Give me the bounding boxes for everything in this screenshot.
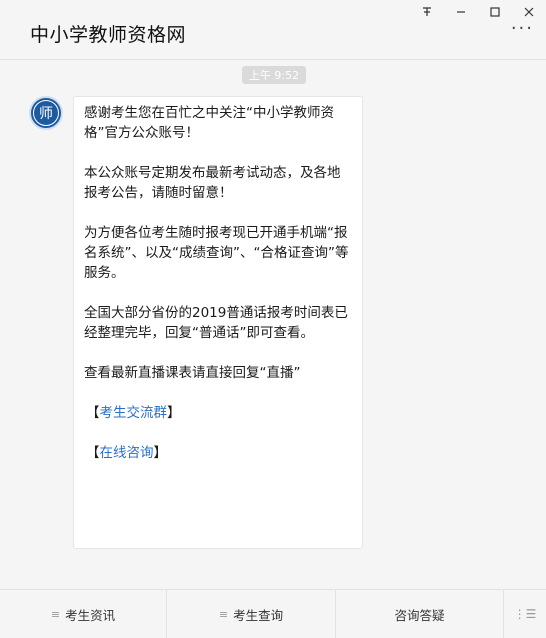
chat-area: 上午 9:52 师 感谢考生您在百忙之中关注“中小学教师资格”官方公众账号！ 本… — [0, 61, 546, 589]
message-paragraph: 感谢考生您在百忙之中关注“中小学教师资格”官方公众账号！ — [84, 105, 334, 141]
menu-list-icon: ≡ — [218, 607, 229, 621]
avatar[interactable]: 师 — [29, 96, 63, 130]
exchange-group-link[interactable]: 考生交流群 — [100, 405, 168, 421]
pin-icon[interactable] — [410, 1, 444, 23]
message-paragraph: 查看最新直播课表请直接回复“直播” — [84, 365, 301, 381]
message-paragraph: 本公众账号定期发布最新考试动态，及各地报考公告，请随时留意！ — [84, 165, 341, 201]
more-options-button[interactable]: ··· — [511, 20, 534, 38]
close-icon[interactable] — [512, 1, 546, 23]
menu-item-label: 考生查询 — [233, 607, 284, 623]
bracket-close: 】 — [153, 445, 168, 461]
window-controls — [410, 0, 546, 24]
menu-item-exam-news[interactable]: ≡ 考生资讯 — [0, 590, 167, 638]
bracket-open: 【 — [86, 405, 100, 421]
message-paragraph: 为方便各位考生随时报考现已开通手机端“报名系统”、以及“成绩查询”、“合格证查询… — [84, 225, 349, 281]
page-title: 中小学教师资格网 — [30, 24, 187, 46]
online-consult-link[interactable]: 在线咨询 — [100, 445, 154, 461]
bottom-menu-bar: ≡ 考生资讯 ≡ 考生查询 咨询答疑 ⋮☰ — [0, 589, 546, 638]
menu-item-label: 考生资讯 — [65, 607, 116, 623]
bracket-open: 【 — [86, 445, 100, 461]
menu-list-icon: ≡ — [50, 607, 61, 621]
menu-item-exam-query[interactable]: ≡ 考生查询 — [167, 590, 336, 638]
bracket-close: 】 — [167, 405, 181, 421]
link-line-online-consult: 【在线咨询】 — [84, 443, 352, 463]
minimize-icon[interactable] — [444, 1, 478, 23]
message-bubble: 感谢考生您在百忙之中关注“中小学教师资格”官方公众账号！ 本公众账号定期发布最新… — [73, 96, 363, 549]
avatar-logo: 师 — [33, 100, 59, 126]
link-line-exchange-group: 【考生交流群】 — [84, 403, 352, 423]
timestamp-badge: 上午 9:52 — [242, 66, 306, 84]
maximize-icon[interactable] — [478, 1, 512, 23]
keyboard-toggle-icon[interactable]: ⋮☰ — [504, 590, 546, 638]
message-paragraph: 全国大部分省份的2019普通话报考时间表已经整理完毕，回复“普通话”即可查看。 — [84, 305, 348, 341]
menu-item-consult-qa[interactable]: 咨询答疑 — [336, 590, 504, 638]
menu-item-label: 咨询答疑 — [394, 607, 445, 623]
